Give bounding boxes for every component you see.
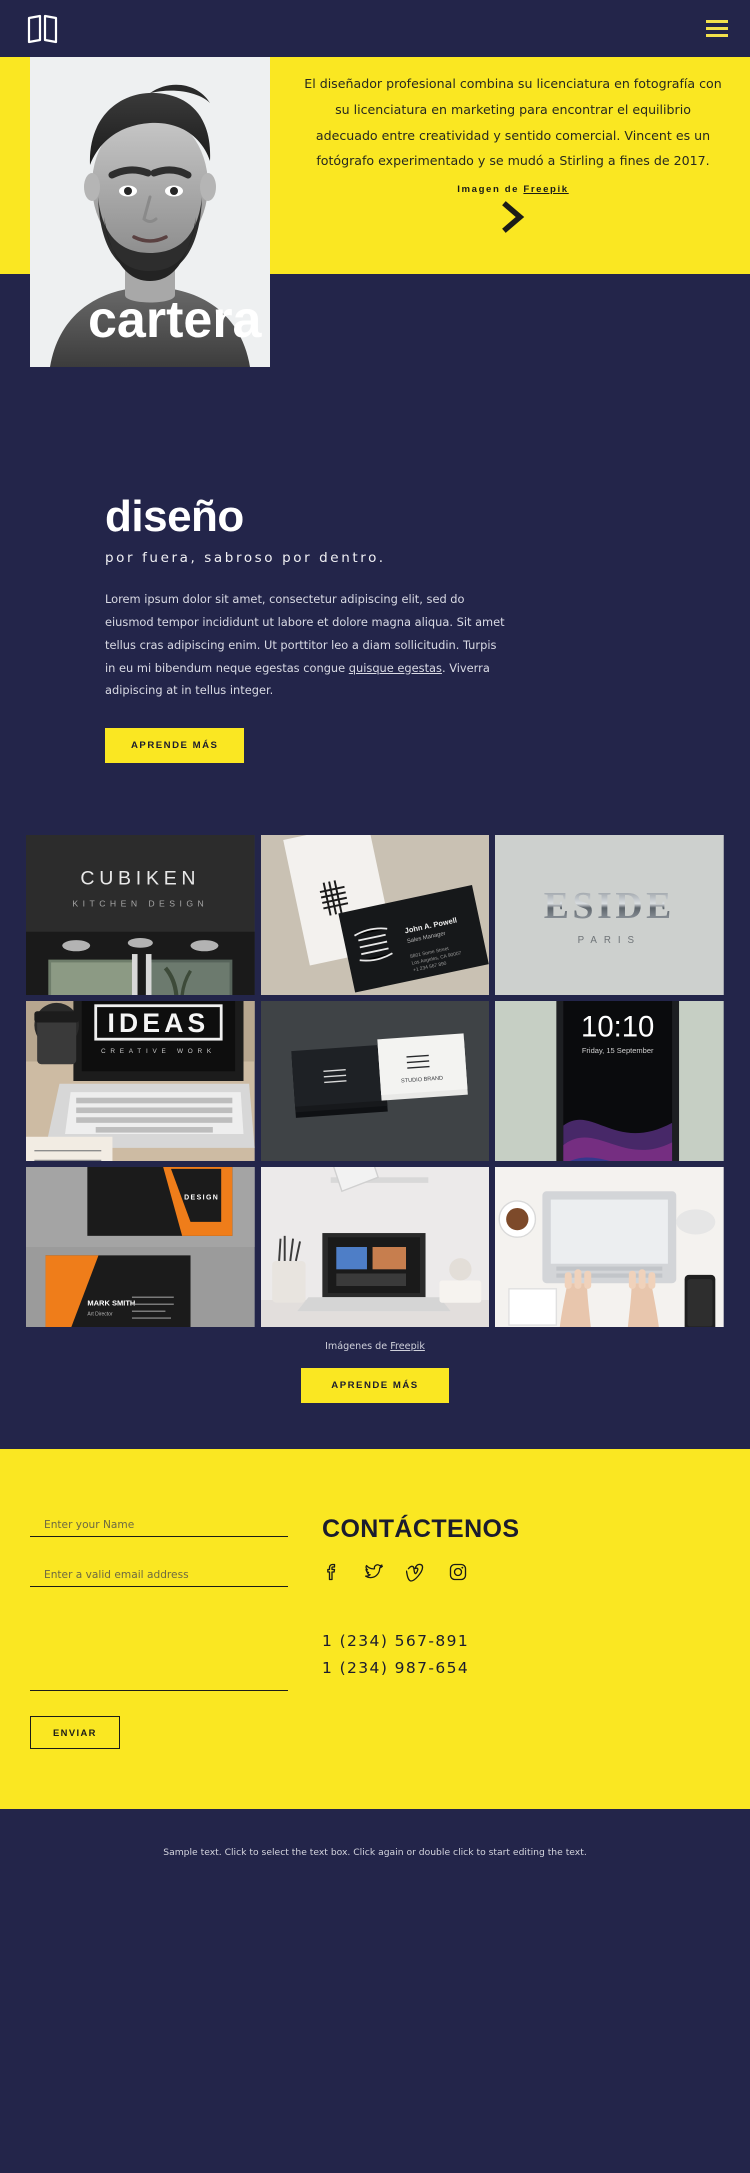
hero-next-arrow[interactable]: [304, 200, 722, 239]
svg-text:ESIDE: ESIDE: [544, 885, 675, 927]
hero-image-credit: Imagen de Freepik: [304, 184, 722, 195]
contact-section: ENVIAR CONTÁCTENOS: [0, 1449, 750, 1810]
svg-text:CUBIKEN: CUBIKEN: [80, 868, 200, 890]
design-body-link[interactable]: quisque egestas: [349, 661, 442, 675]
design-learn-more-button[interactable]: APRENDE MÁS: [105, 728, 245, 764]
svg-text:CREATIVE WORK: CREATIVE WORK: [101, 1048, 216, 1055]
instagram-icon[interactable]: [448, 1562, 468, 1582]
credit-prefix: Imagen de: [457, 184, 524, 196]
tile-orange-cards[interactable]: DESIGN MARK SMITH Art Director: [26, 1167, 255, 1328]
svg-text:IDEAS: IDEAS: [108, 1008, 210, 1038]
footer-text: Sample text. Click to select the text bo…: [163, 1847, 587, 1859]
message-input[interactable]: [30, 1615, 288, 1692]
site-header: [0, 0, 750, 57]
phone-number-2: 1 (234) 987-654: [322, 1659, 470, 1678]
svg-text:KITCHEN DESIGN: KITCHEN DESIGN: [72, 899, 208, 909]
tile-cubiken-storefront[interactable]: CUBIKEN KITCHEN DESIGN: [26, 835, 255, 996]
freepik-link[interactable]: Freepik: [523, 184, 568, 195]
phone-number-1: 1 (234) 567-891: [322, 1632, 470, 1651]
design-heading: diseño: [105, 492, 244, 541]
gallery-cta-wrap: APRENDE MÁS: [0, 1352, 750, 1449]
hero-paragraph: El diseñador profesional combina su lice…: [304, 76, 722, 169]
vimeo-icon[interactable]: [406, 1562, 426, 1582]
hamburger-line: [706, 27, 728, 30]
contact-heading: CONTÁCTENOS: [322, 1515, 520, 1544]
gallery-image-credit: Imágenes de Freepik: [0, 1341, 750, 1352]
hero-text-block: El diseñador profesional combina su lice…: [270, 57, 750, 274]
facebook-icon[interactable]: [322, 1562, 342, 1582]
svg-text:Art Director: Art Director: [87, 1312, 113, 1318]
twitter-icon[interactable]: [364, 1562, 384, 1582]
svg-text:MARK SMITH: MARK SMITH: [87, 1299, 135, 1308]
svg-text:Friday, 15 September: Friday, 15 September: [582, 1046, 654, 1055]
cartera-title: cartera: [88, 291, 262, 349]
contact-info: CONTÁCTENOS 1 (234) 567-891 1 (234) 987-…: [312, 1505, 720, 1749]
design-subheading: por fuera, sabroso por dentro.: [105, 550, 386, 567]
design-body: Lorem ipsum dolor sit amet, consectetur …: [105, 588, 505, 702]
email-input[interactable]: [30, 1567, 288, 1588]
hero-section: El diseñador profesional combina su lice…: [0, 57, 750, 367]
site-footer: Sample text. Click to select the text bo…: [0, 1809, 750, 1902]
gallery-freepik-link[interactable]: Freepik: [390, 1341, 425, 1352]
tile-desk-lamp-laptop[interactable]: [260, 1167, 490, 1328]
contact-form: ENVIAR: [30, 1505, 288, 1750]
phone-numbers: 1 (234) 567-891 1 (234) 987-654: [322, 1628, 720, 1682]
book-logo-icon[interactable]: [26, 14, 60, 44]
submit-button[interactable]: ENVIAR: [30, 1716, 120, 1750]
social-links: [322, 1562, 720, 1582]
hero-portrait-wrap: [30, 57, 270, 367]
svg-text:10:10: 10:10: [581, 1011, 654, 1044]
svg-text:DESIGN: DESIGN: [184, 1195, 219, 1202]
design-section: diseño por fuera, sabroso por dentro. Lo…: [0, 437, 750, 1450]
name-input[interactable]: [30, 1517, 288, 1538]
hamburger-line: [706, 20, 728, 23]
tile-eside-paris-sign[interactable]: ESIDE PARIS: [495, 835, 724, 996]
gallery-learn-more-button[interactable]: APRENDE MÁS: [301, 1368, 449, 1404]
tile-ideas-laptop[interactable]: IDEAS CREATIVE WORK: [26, 1001, 255, 1162]
svg-text:PARIS: PARIS: [578, 935, 641, 946]
tile-hands-on-laptop[interactable]: [495, 1167, 724, 1328]
portfolio-gallery: CUBIKEN KITCHEN DESIGN John A. Powell Sa…: [0, 835, 750, 1328]
tile-stacked-cards[interactable]: STUDIO BRAND: [260, 1001, 490, 1162]
tile-phone-mockup[interactable]: 10:10 Friday, 15 September: [495, 1001, 724, 1162]
tile-business-cards-dark[interactable]: John A. Powell Sales Manager 8801 Some S…: [260, 835, 490, 996]
gallery-credit-prefix: Imágenes de: [325, 1341, 391, 1353]
hamburger-menu-icon[interactable]: [706, 20, 728, 37]
chevron-right-icon: [502, 201, 525, 234]
hamburger-line: [706, 34, 728, 37]
